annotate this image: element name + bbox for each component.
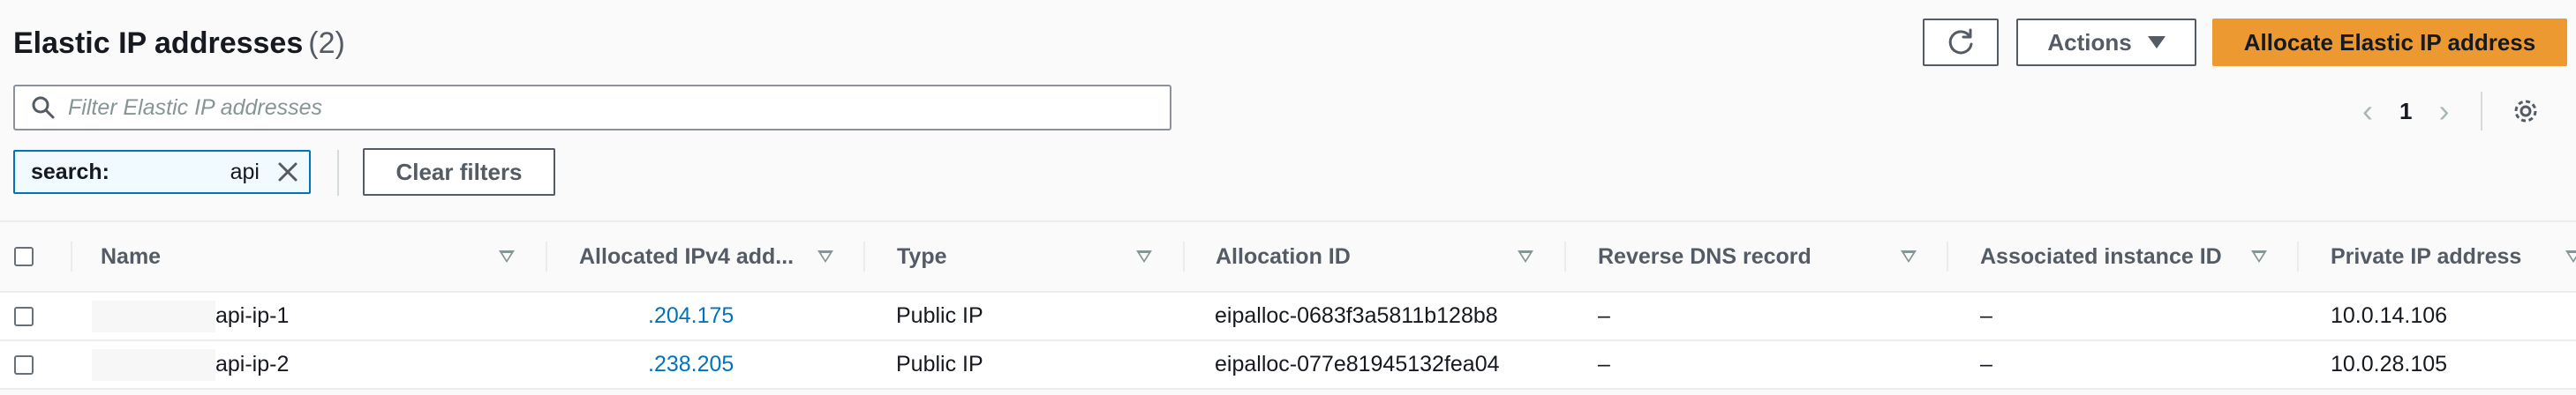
sort-icon[interactable]: [2565, 250, 2576, 263]
chevron-left-icon[interactable]: ‹: [2362, 93, 2373, 130]
sort-icon[interactable]: [1518, 250, 1533, 263]
row-name: api-ip-1: [215, 303, 290, 328]
pagination-divider: [2481, 92, 2483, 130]
private-ip-cell: 10.0.28.105: [2331, 352, 2448, 376]
actions-button[interactable]: Actions: [2016, 19, 2196, 66]
reverse-dns-cell: –: [1598, 352, 1610, 376]
row-name: api-ip-2: [215, 352, 290, 376]
clear-filters-label: Clear filters: [395, 158, 523, 185]
filter-token: search: api: [13, 150, 311, 194]
redacted-block: [92, 348, 215, 381]
column-header-private-ip[interactable]: Private IP address: [2331, 222, 2521, 291]
elastic-ip-table: Name Allocated IPv4 add... Type Allocati…: [0, 220, 2576, 390]
row-checkbox[interactable]: [14, 354, 34, 375]
search-icon: [32, 96, 55, 119]
row-checkbox[interactable]: [14, 306, 34, 326]
elastic-ip-page: Elastic IP addresses (2) Actions Allocate…: [0, 0, 2576, 395]
filter-token-value: api: [230, 159, 260, 184]
page-title: Elastic IP addresses (2): [13, 26, 345, 61]
pagination: ‹ 1 ›: [2362, 92, 2541, 130]
private-ip-cell: 10.0.14.106: [2331, 303, 2448, 328]
select-all-cell: [14, 222, 34, 291]
allocate-elastic-ip-button[interactable]: Allocate Elastic IP address: [2212, 19, 2567, 66]
column-divider: [1564, 242, 1566, 272]
column-divider: [71, 242, 72, 272]
reverse-dns-cell: –: [1598, 303, 1610, 328]
sort-icon[interactable]: [1901, 250, 1917, 263]
filter-search-box: [13, 85, 1171, 130]
column-divider: [1947, 242, 1948, 272]
column-header-ipv4[interactable]: Allocated IPv4 add...: [579, 222, 794, 291]
chevron-right-icon[interactable]: ›: [2438, 93, 2449, 130]
instance-id-cell: –: [1980, 303, 1992, 328]
page-number[interactable]: 1: [2399, 98, 2412, 125]
refresh-button[interactable]: [1923, 19, 1999, 66]
sort-icon[interactable]: [2251, 250, 2267, 263]
allocation-id-cell: eipalloc-0683f3a5811b128b8: [1215, 303, 1498, 328]
redacted-block: [92, 300, 215, 332]
column-header-allocation-id[interactable]: Allocation ID: [1216, 222, 1351, 291]
row-select-cell: [14, 293, 34, 339]
allocation-id-cell: eipalloc-077e81945132fea04: [1215, 352, 1500, 376]
column-divider: [863, 242, 865, 272]
ipv4-link[interactable]: .204.175: [648, 293, 734, 339]
token-divider: [337, 150, 339, 196]
type-cell: Public IP: [896, 303, 983, 328]
column-header-instance-id[interactable]: Associated instance ID: [1980, 222, 2222, 291]
filter-input[interactable]: [66, 93, 1147, 122]
caret-down-icon: [2147, 36, 2165, 48]
column-divider: [1183, 242, 1185, 272]
gear-icon[interactable]: [2511, 96, 2541, 126]
clear-filters-button[interactable]: Clear filters: [363, 148, 555, 196]
column-header-name[interactable]: Name: [101, 222, 161, 291]
page-title-text: Elastic IP addresses: [13, 26, 304, 60]
select-all-checkbox[interactable]: [14, 247, 34, 266]
actions-label: Actions: [2047, 28, 2132, 56]
ipv4-link[interactable]: .238.205: [648, 341, 734, 388]
sort-icon[interactable]: [499, 250, 515, 263]
row-select-cell: [14, 341, 34, 388]
table-header-row: Name Allocated IPv4 add... Type Allocati…: [0, 220, 2576, 293]
allocate-label: Allocate Elastic IP address: [2243, 28, 2536, 56]
column-header-reverse-dns[interactable]: Reverse DNS record: [1598, 222, 1811, 291]
refresh-icon: [1948, 28, 1973, 55]
instance-id-cell: –: [1980, 352, 1992, 376]
filter-token-key: search:: [31, 159, 109, 184]
table-row[interactable]: api-ip-1 .204.175 Public IP eipalloc-068…: [0, 293, 2576, 341]
sort-icon[interactable]: [817, 250, 833, 263]
name-cell: api-ip-1: [92, 293, 289, 339]
result-count: (2): [308, 26, 345, 60]
table-row[interactable]: api-ip-2 .238.205 Public IP eipalloc-077…: [0, 341, 2576, 390]
sort-icon[interactable]: [1136, 250, 1152, 263]
column-header-type[interactable]: Type: [897, 222, 947, 291]
name-cell: api-ip-2: [92, 341, 289, 388]
column-divider: [546, 242, 547, 272]
type-cell: Public IP: [896, 352, 983, 376]
column-divider: [2297, 242, 2299, 272]
close-icon[interactable]: [275, 160, 300, 184]
